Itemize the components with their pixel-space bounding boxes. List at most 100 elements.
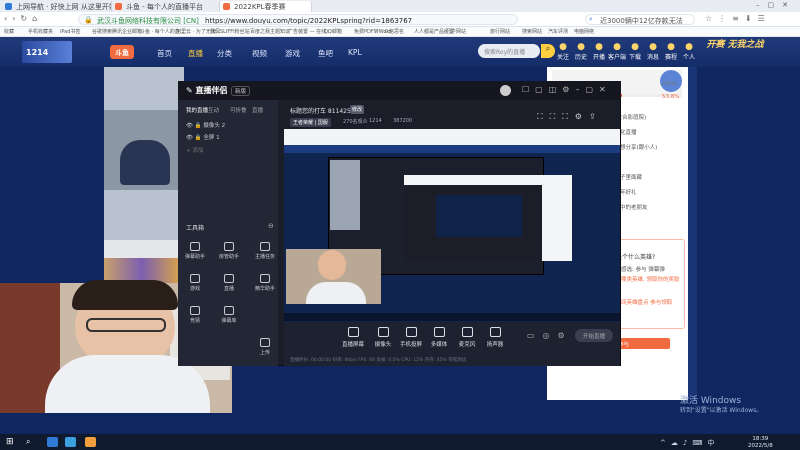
bookmark-item[interactable]: 我佩SLIFFI粉丝站 [210,28,250,35]
browser-tab-hao[interactable]: 上网导航 · 好快上网 从这里开始 [2,1,112,12]
browser-tab-douyu[interactable]: 斗鱼 - 每个人的直播平台 [112,1,220,12]
vote-progress-label: 53.8% [662,94,680,100]
source-label: 全屏 1 [203,135,220,141]
add-source-button[interactable]: + 添加 [186,146,203,154]
tab-title: 斗鱼 - 每个人的直播平台 [126,3,203,11]
explorer-icon[interactable] [47,437,58,447]
control-button[interactable]: 扬声器 [480,327,510,348]
tool-icon [224,306,234,315]
tool-button[interactable]: 主播任务 [250,242,280,260]
app-logo: ✎ 直播伴侣 [186,85,228,96]
bookmark-item[interactable]: 手机收藏夹 [28,28,53,35]
search-icon: ⌕ [589,15,593,23]
header-icon-label: 消息 [646,54,659,61]
nested-preview [436,195,522,237]
tool-icon [260,242,270,251]
tool-icon [190,306,200,315]
browser-search-input[interactable]: ⌕ 近3000辆中12亿存款无法 [585,14,695,25]
app-version-badge[interactable]: 新版 [231,86,251,96]
bookmark-item[interactable]: 谷歌搜索 [92,28,112,35]
url-input[interactable]: 🔒 武汉斗鱼网络科技有限公司 [CN] https://www.douyu.co… [78,14,518,25]
control-label: 扬声器 [486,342,504,348]
bookmark-item[interactable]: 百度之我主题知识 [250,28,290,35]
tray-icons[interactable]: ^☁♪⌨中 [660,438,719,448]
site-nav-item[interactable]: 视频 [252,48,267,59]
browser-toolbar-icons[interactable]: ☆⋮≡⬇☰ [705,14,771,23]
sidebar-tab[interactable]: 互动 [208,106,219,114]
windows-start-icon[interactable]: ⊞ [6,437,14,447]
tool-button[interactable]: 游戏 [180,274,210,292]
bookmark-item[interactable]: 搜索网站 [522,28,542,35]
header-icon-button[interactable]: ● 个人 [678,42,700,61]
tool-button[interactable]: 竞猜 [180,306,210,324]
header-icon-label: 赛程 [664,54,677,61]
site-nav-item[interactable]: 鱼吧 [318,48,333,59]
bookmark-item[interactable]: 电脑网络 [574,28,594,35]
banner-text: 开赛 无我之战 [706,40,764,50]
douyu-logo[interactable]: 斗鱼 [110,45,134,59]
bookmark-item[interactable]: 众信思名 [384,28,404,35]
bookmark-item[interactable]: 腾讯企业邮箱 [112,28,142,35]
tool-label: 直播 [223,286,234,292]
bookmark-item[interactable]: 汽车评测 [548,28,568,35]
site-nav-item[interactable]: KPL [348,48,362,57]
tab-favicon-icon [223,3,230,10]
window-controls[interactable]: –▢✕ [756,1,796,9]
tool-button[interactable]: 精华助手 [250,274,280,292]
bookmark-item[interactable]: 旅行网站 [490,28,510,35]
control-label: 手机投屏 [399,342,422,348]
control-button[interactable]: 摄像头 [368,327,398,348]
bookmark-item[interactable]: QQ邮箱 [324,28,342,35]
tool-button[interactable]: 直播 [214,274,244,292]
streamer-glasses [86,318,166,332]
control-label: 麦克风 [458,342,476,348]
status-row: 直播时长: 00:00:00 码率: 0kb/s FPS: 60 丢帧: 0.0… [290,358,467,363]
team-name: eStar [662,81,677,87]
tool-button[interactable]: 房管助手 [214,242,244,260]
edit-title-button[interactable]: 修改 [350,105,365,114]
bookmark-item[interactable]: 收藏 [4,28,14,35]
go-live-button[interactable]: 开始直播 [575,329,613,342]
site-nav-item[interactable]: 分类 [217,48,232,59]
site-nav-item[interactable]: 直播 [188,48,203,59]
tab-favicon-icon [5,3,12,10]
browser-tab-kpl[interactable]: 2022KPL春季赛 [220,1,312,12]
site-search-input[interactable]: 搜索Roy的直播 [478,44,540,58]
tool-label: 弹幕助手 [184,254,205,260]
source-row[interactable]: 👁 🔒 全屏 1 [186,133,220,141]
source-label: 摄像头 2 [203,123,226,129]
bookmark-item[interactable]: 门户网站 [446,28,466,35]
tool-label: 房管助手 [218,254,239,260]
avatar[interactable] [500,85,511,96]
control-icon [347,327,359,337]
control-button[interactable]: 手机投屏 [396,327,426,348]
tool-button[interactable]: 上传 [250,338,280,356]
sidebar-tab[interactable]: 直播 [252,106,263,114]
site-nav-item[interactable]: 首页 [157,48,172,59]
kpl-banner[interactable]: 开赛 无我之战 [700,40,770,50]
tool-button[interactable]: 弹幕库 [214,306,244,324]
steam-icon[interactable] [65,437,76,447]
room-category[interactable]: 王者荣耀 | 国服 [290,118,331,127]
search-icon[interactable]: ⌕ [26,437,30,447]
source-row[interactable]: 👁 🔒 摄像头 2 [186,121,225,129]
toolbox-settings-icon[interactable]: ⊖ [268,222,274,230]
tool-icon [224,274,234,283]
sidebar-tab[interactable]: 我的直播 [186,106,208,114]
site-nav-item[interactable]: 游戏 [285,48,300,59]
nav-arrows-icon[interactable]: ‹›↻⌂ [4,14,42,23]
record-icons[interactable]: ▭◎⚙ [527,331,573,340]
sidebar-tab[interactable]: 可折叠 [230,106,247,114]
control-button[interactable]: 多媒体 [424,327,454,348]
room-action-icons[interactable]: ⛶⛶⛶⚙⇪ [537,112,603,122]
promo-banner[interactable]: 1214 [22,41,72,63]
bookmark-item[interactable]: iPad书签 [60,28,80,35]
taskbar-clock[interactable]: 18:39 2022/5/8 [748,436,773,450]
control-button[interactable]: 直播屏幕 [338,327,368,348]
tool-button[interactable]: 弹幕助手 [180,242,210,260]
url-site-label: 武汉斗鱼网络科技有限公司 [CN] [97,17,199,25]
app-window-controls[interactable]: ☐▢◫⚙–▢✕ [522,85,612,94]
control-icon [377,327,389,337]
douyu-app-icon[interactable] [85,437,96,447]
control-button[interactable]: 麦克风 [452,327,482,348]
